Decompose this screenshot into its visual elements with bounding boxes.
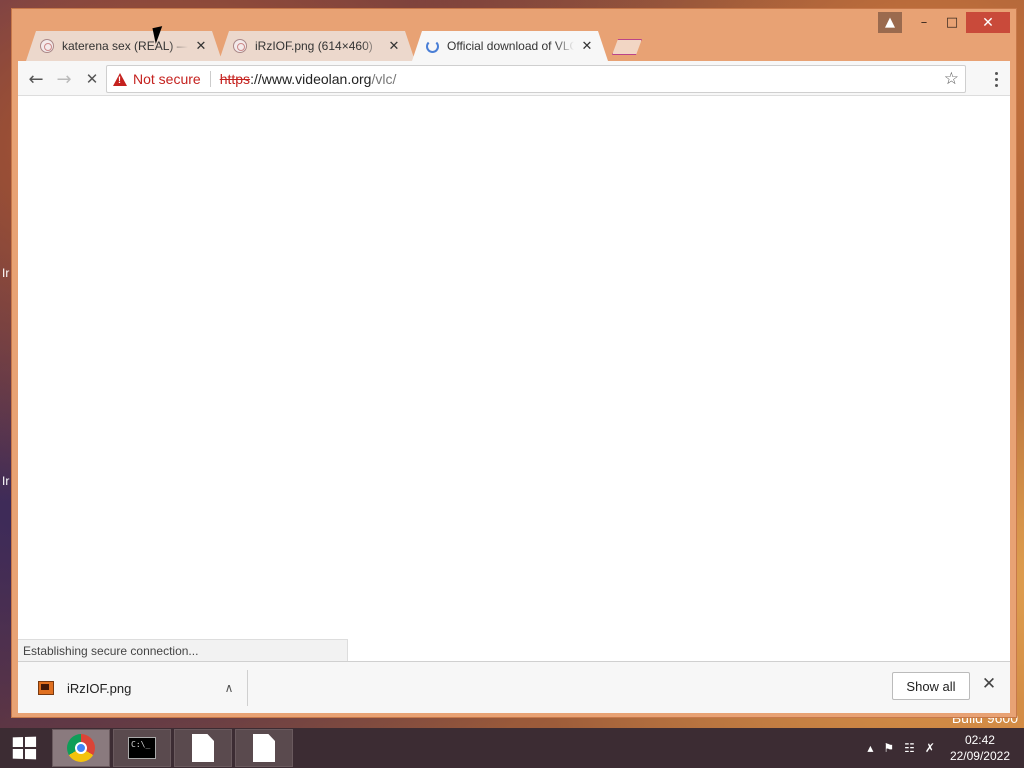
- loading-spinner-icon: [426, 40, 439, 53]
- tab-close-icon[interactable]: ✕: [194, 39, 208, 54]
- tab-katerena[interactable]: katerena sex (REAL) — Fr ✕: [26, 31, 222, 61]
- image-file-icon: [38, 681, 54, 695]
- address-bar[interactable]: Not secure https ://www.videolan.org /vl…: [106, 65, 966, 93]
- show-hidden-icons-icon[interactable]: ▴: [867, 741, 873, 755]
- download-shelf: iRzIOF.png ∧ Show all ✕: [18, 661, 1010, 713]
- download-item[interactable]: iRzIOF.png ∧: [32, 670, 248, 706]
- clock-time: 02:42: [964, 733, 995, 747]
- browser-toolbar: ← → ✕ Not secure https ://www.videolan.o…: [18, 61, 1010, 97]
- maximize-button[interactable]: □: [938, 12, 966, 33]
- forward-button[interactable]: →: [50, 65, 78, 93]
- omnibox-divider: [209, 71, 211, 87]
- tab-title: katerena sex (REAL) — Fr: [62, 39, 188, 53]
- warning-icon[interactable]: [113, 72, 127, 86]
- page-favicon-icon: [40, 39, 54, 53]
- tab-close-icon[interactable]: ✕: [387, 39, 401, 54]
- url-scheme: https: [219, 71, 251, 87]
- window-controls: ▲ – □ ✕: [878, 12, 1010, 33]
- document-icon: [253, 734, 275, 762]
- desktop-edge-label: Ir: [2, 266, 10, 280]
- document-icon: [192, 734, 214, 762]
- windows-logo-icon: [12, 736, 37, 760]
- new-tab-button[interactable]: [612, 39, 642, 55]
- start-button[interactable]: [0, 728, 48, 768]
- profile-icon[interactable]: ▲: [878, 12, 902, 33]
- taskbar-chrome[interactable]: [52, 729, 110, 767]
- back-button[interactable]: ←: [22, 65, 50, 93]
- close-shelf-icon[interactable]: ✕: [978, 674, 1000, 698]
- taskbar-cmd[interactable]: C:\_: [113, 729, 171, 767]
- url-host: ://www.videolan.org: [250, 71, 372, 87]
- tab-title: iRzIOF.png (614×460): [255, 39, 373, 53]
- download-file-name: iRzIOF.png: [67, 680, 132, 696]
- tab-vlc-download[interactable]: Official download of VLC ✕: [412, 31, 608, 61]
- browser-menu-icon[interactable]: [986, 67, 1006, 91]
- bookmark-star-icon[interactable]: ☆: [944, 69, 959, 89]
- minimize-button[interactable]: –: [910, 12, 938, 33]
- action-center-flag-icon[interactable]: ⚑: [883, 741, 894, 755]
- taskbar: C:\_ ▴ ⚑ ☷ ✗ 02:42 22/09/2022: [0, 728, 1024, 768]
- desktop-edge-label: Ir: [2, 474, 10, 488]
- clock-date: 22/09/2022: [949, 749, 1010, 763]
- close-window-button[interactable]: ✕: [966, 12, 1010, 33]
- clock[interactable]: 02:42 22/09/2022: [950, 732, 1010, 764]
- taskbar-file-1[interactable]: [174, 729, 232, 767]
- volume-muted-icon[interactable]: ✗: [925, 741, 935, 755]
- stop-loading-button[interactable]: ✕: [78, 65, 106, 93]
- status-bubble: Establishing secure connection...: [18, 639, 348, 661]
- browser-window: katerena sex (REAL) — Fr ✕ iRzIOF.png (6…: [11, 8, 1017, 718]
- show-all-button[interactable]: Show all: [892, 672, 970, 700]
- page-content[interactable]: Establishing secure connection...: [18, 95, 1010, 661]
- tab-image[interactable]: iRzIOF.png (614×460) ✕: [219, 31, 415, 61]
- url-path: /vlc/: [371, 71, 397, 87]
- tab-title: Official download of VLC: [447, 39, 574, 53]
- system-tray: ▴ ⚑ ☷ ✗ 02:42 22/09/2022: [862, 728, 1010, 768]
- page-favicon-icon: [233, 39, 247, 53]
- tab-close-icon[interactable]: ✕: [580, 39, 594, 54]
- chrome-icon: [67, 734, 95, 762]
- security-indicator[interactable]: Not secure: [133, 71, 201, 87]
- chevron-up-icon[interactable]: ∧: [219, 681, 239, 695]
- taskbar-file-2[interactable]: [235, 729, 293, 767]
- command-prompt-icon: C:\_: [128, 737, 156, 759]
- network-icon[interactable]: ☷: [904, 741, 915, 755]
